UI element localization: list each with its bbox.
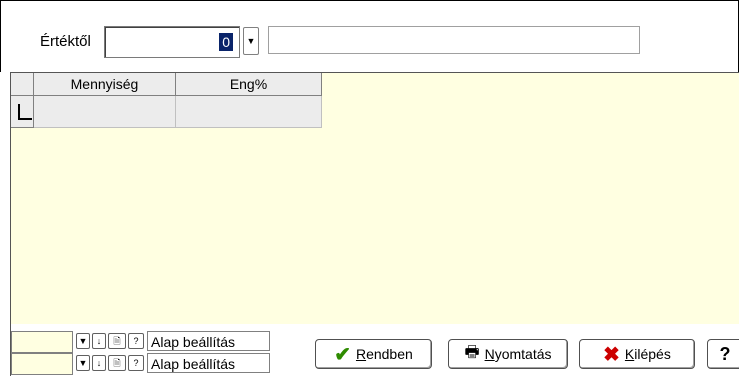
- preset-name-2[interactable]: Alap beállítás: [147, 353, 270, 373]
- help-icon: ?: [133, 335, 139, 346]
- cell-quantity[interactable]: [34, 96, 176, 128]
- document-icon: 🗎: [113, 335, 121, 346]
- help-icon: ?: [133, 357, 139, 368]
- printer-icon: 🖶: [464, 343, 480, 361]
- cell-discount[interactable]: [176, 96, 322, 128]
- close-icon: ✖: [603, 343, 620, 366]
- row-marker-icon: [18, 103, 32, 120]
- exit-button-label: Kilépés: [624, 346, 671, 362]
- description-field[interactable]: [268, 26, 640, 54]
- preset-dropdown-button-1[interactable]: ▼: [76, 333, 90, 349]
- preset-dropdown-button-2[interactable]: ▼: [76, 355, 90, 371]
- arrow-down-icon: ↓: [96, 335, 102, 346]
- preset-help-button-2[interactable]: ?: [128, 355, 144, 371]
- chevron-down-icon: ▼: [78, 357, 88, 368]
- document-icon: 🗎: [113, 357, 121, 368]
- preset-name-1[interactable]: Alap beállítás: [147, 331, 270, 351]
- help-button-label: ?: [719, 343, 731, 364]
- print-button-label: Nyomtatás: [484, 346, 552, 362]
- preset-help-button-1[interactable]: ?: [128, 333, 144, 349]
- arrow-down-icon: ↓: [96, 357, 102, 368]
- ok-button-label: Rendben: [355, 346, 413, 362]
- row-indicator[interactable]: [11, 96, 34, 128]
- chevron-down-icon: ▼: [78, 335, 88, 346]
- value-from-input[interactable]: 0: [104, 26, 240, 58]
- exit-button[interactable]: ✖ Kilépés: [579, 339, 695, 369]
- preset-input-1[interactable]: [11, 331, 73, 353]
- column-header-quantity[interactable]: Mennyiség: [34, 73, 176, 96]
- print-button[interactable]: 🖶 Nyomtatás: [448, 339, 568, 369]
- column-header-discount[interactable]: Eng%: [176, 73, 322, 96]
- chevron-down-icon: ▼: [246, 36, 256, 46]
- preset-load-button-2[interactable]: ↓: [92, 355, 106, 371]
- ok-button[interactable]: ✔ Rendben: [315, 339, 432, 369]
- value-from-dropdown-button[interactable]: ▼: [243, 27, 259, 55]
- help-button[interactable]: ?: [707, 339, 739, 369]
- checkmark-icon: ✔: [334, 343, 351, 366]
- preset-input-2[interactable]: [11, 353, 73, 375]
- preset-save-button-1[interactable]: 🗎: [108, 333, 126, 349]
- grid-corner-cell[interactable]: [11, 73, 34, 96]
- value-from-label: Értéktől: [40, 33, 91, 50]
- preset-load-button-1[interactable]: ↓: [92, 333, 106, 349]
- preset-save-button-2[interactable]: 🗎: [108, 355, 126, 371]
- value-from-text: 0: [219, 33, 233, 51]
